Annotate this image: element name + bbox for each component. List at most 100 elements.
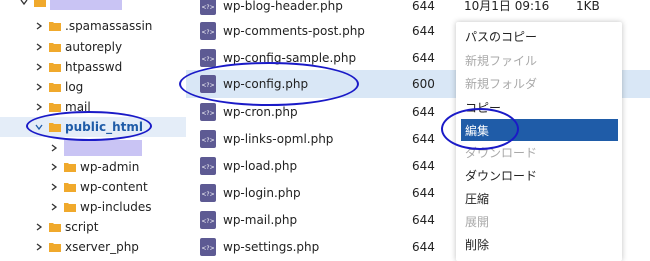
menu-item-delete[interactable]: 削除 <box>456 233 622 255</box>
chevron-right-icon[interactable] <box>33 20 45 32</box>
folder-icon <box>49 222 61 232</box>
redacted-folder-name <box>64 140 142 156</box>
tree-item-label: public_html <box>65 120 143 134</box>
folder-tree: .spamassassin autoreply htpasswd log mai… <box>0 0 186 261</box>
php-file-icon: <?> <box>200 102 216 121</box>
chevron-down-icon[interactable] <box>33 121 45 133</box>
tree-item[interactable]: .spamassassin <box>33 16 152 36</box>
file-permission: 644 <box>412 239 435 254</box>
tree-item-label: script <box>65 220 99 234</box>
php-file-icon: <?> <box>200 210 216 229</box>
file-name: wp-login.php <box>223 185 301 200</box>
tree-item[interactable]: xserver_php <box>33 237 139 257</box>
tree-item-label: .spamassassin <box>65 19 153 33</box>
folder-icon <box>49 42 61 52</box>
tree-item[interactable]: script <box>33 217 98 237</box>
tree-item[interactable]: autoreply <box>33 37 122 57</box>
tree-item[interactable]: mail <box>33 97 91 117</box>
folder-icon <box>34 0 46 7</box>
file-name: wp-config-sample.php <box>223 50 357 65</box>
chevron-right-icon[interactable] <box>33 221 45 233</box>
chevron-right-icon[interactable] <box>48 142 60 154</box>
svg-text:<?>: <?> <box>201 245 214 252</box>
file-name: wp-cron.php <box>223 104 298 119</box>
file-name: wp-config.php <box>223 77 309 91</box>
tree-item[interactable]: htpasswd <box>33 57 122 77</box>
redacted-folder-name <box>50 0 122 10</box>
file-size: 1KB <box>576 0 600 13</box>
file-permission: 644 <box>412 158 435 173</box>
file-permission: 600 <box>412 77 435 91</box>
tree-item-label: htpasswd <box>65 60 123 74</box>
file-permission: 644 <box>412 0 435 13</box>
php-file-icon: <?> <box>200 156 216 175</box>
tree-item-label: wp-admin <box>80 160 140 174</box>
tree-item-redacted[interactable] <box>48 138 142 158</box>
tree-item[interactable]: log <box>33 77 83 97</box>
folder-icon <box>64 202 76 212</box>
tree-item-label: autoreply <box>65 40 123 54</box>
chevron-down-icon[interactable] <box>18 0 30 8</box>
svg-text:<?>: <?> <box>201 29 214 36</box>
menu-item-compress[interactable]: 圧縮 <box>456 187 622 209</box>
menu-item-new-folder[interactable]: 新規フォルダ <box>456 72 622 94</box>
chevron-right-icon[interactable] <box>33 61 45 73</box>
file-name: wp-comments-post.php <box>223 23 365 38</box>
tree-item-public-html[interactable]: public_html <box>0 117 186 137</box>
php-file-icon: <?> <box>200 183 216 202</box>
file-name: wp-settings.php <box>223 239 320 254</box>
svg-text:<?>: <?> <box>201 191 214 198</box>
chevron-right-icon[interactable] <box>33 81 45 93</box>
file-permission: 644 <box>412 185 435 200</box>
file-name: wp-blog-header.php <box>223 0 343 13</box>
file-permission: 644 <box>412 212 435 227</box>
tree-item-label: wp-content <box>80 180 148 194</box>
menu-item-download[interactable]: ダウンロード <box>456 164 622 186</box>
folder-icon <box>49 62 61 72</box>
file-date: 10月1日 09:16 <box>464 0 550 13</box>
menu-item-download-disabled[interactable]: ダウンロード <box>456 141 622 163</box>
svg-text:<?>: <?> <box>201 4 214 11</box>
tree-item-label: log <box>65 80 84 94</box>
tree-item[interactable]: wp-content <box>48 177 148 197</box>
folder-open-icon <box>49 122 61 132</box>
tree-item[interactable]: wp-admin <box>48 157 139 177</box>
menu-item-copy[interactable]: コピー <box>456 96 622 118</box>
menu-item-copy-path[interactable]: パスのコピー <box>456 25 622 47</box>
chevron-right-icon[interactable] <box>33 241 45 253</box>
chevron-right-icon[interactable] <box>48 181 60 193</box>
folder-icon <box>49 102 61 112</box>
php-file-icon: <?> <box>200 237 216 256</box>
php-file-icon: <?> <box>200 75 216 93</box>
php-file-icon: <?> <box>200 48 216 67</box>
file-name: wp-load.php <box>223 158 298 173</box>
tree-item[interactable]: wp-includes <box>48 197 152 217</box>
folder-icon <box>64 162 76 172</box>
tree-item-label: mail <box>65 100 91 114</box>
chevron-right-icon[interactable] <box>33 101 45 113</box>
chevron-right-icon[interactable] <box>33 41 45 53</box>
file-permission: 644 <box>412 104 435 119</box>
menu-item-extract[interactable]: 展開 <box>456 210 622 232</box>
php-file-icon: <?> <box>200 21 216 40</box>
tree-root-row[interactable] <box>18 0 122 12</box>
folder-icon <box>49 21 61 31</box>
php-file-icon: <?> <box>200 129 216 148</box>
tree-item-label: wp-includes <box>80 200 152 214</box>
svg-text:<?>: <?> <box>201 164 214 171</box>
menu-item-edit[interactable]: 編集 <box>461 119 618 141</box>
file-permission: 644 <box>412 131 435 146</box>
context-menu: パスのコピー 新規ファイル 新規フォルダ コピー 編集 ダウンロード ダウンロー… <box>456 22 622 261</box>
menu-item-new-file[interactable]: 新規ファイル <box>456 49 622 71</box>
tree-item-label: xserver_php <box>65 240 139 254</box>
folder-icon <box>64 182 76 192</box>
chevron-right-icon[interactable] <box>48 161 60 173</box>
file-name: wp-links-opml.php <box>223 131 334 146</box>
folder-icon <box>49 242 61 252</box>
svg-text:<?>: <?> <box>201 137 214 144</box>
chevron-right-icon[interactable] <box>48 201 60 213</box>
svg-text:<?>: <?> <box>201 82 214 89</box>
file-permission: 644 <box>412 23 435 38</box>
svg-text:<?>: <?> <box>201 56 214 63</box>
svg-text:<?>: <?> <box>201 110 214 117</box>
